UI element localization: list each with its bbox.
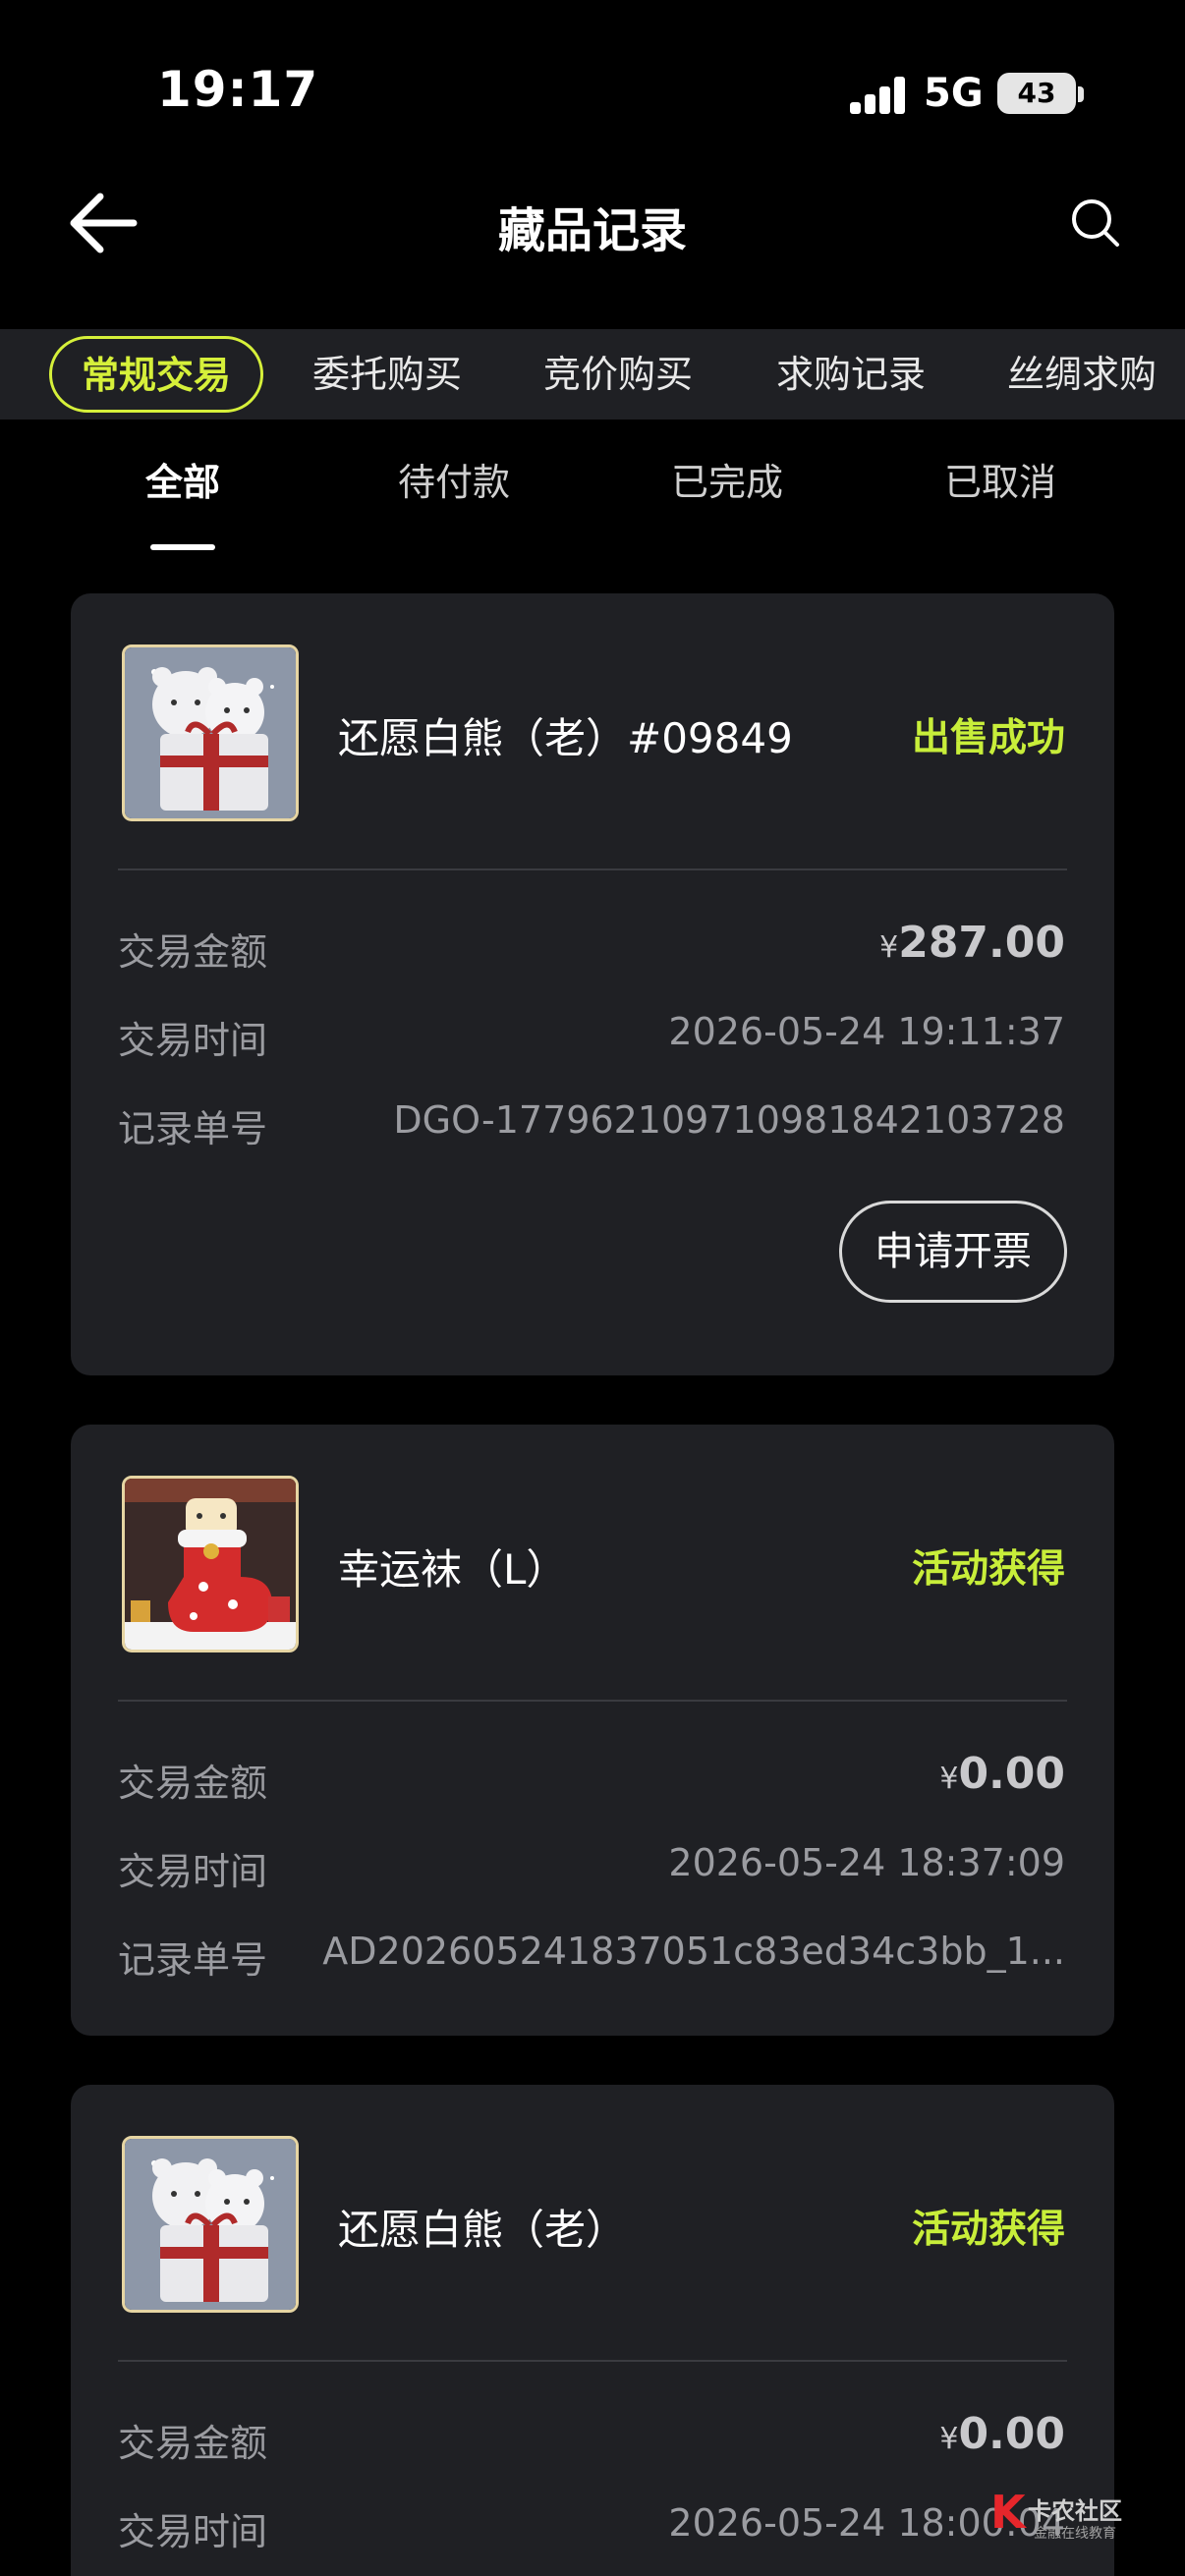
tab-silk-wanted[interactable]: 丝绸求购 — [1007, 329, 1157, 420]
currency-symbol: ¥ — [939, 1762, 959, 1796]
active-tab-indicator — [150, 544, 215, 550]
subtab-cancelled[interactable]: 已取消 — [902, 452, 1099, 506]
amount-value: ¥0.00 — [939, 2409, 1065, 2459]
divider — [118, 868, 1067, 870]
subtab-pending-payment[interactable]: 待付款 — [356, 452, 552, 506]
polar-bear-gift-icon — [122, 644, 299, 821]
page-title: 藏品记录 — [497, 203, 687, 258]
tab-wanted-records[interactable]: 求购记录 — [776, 329, 926, 420]
tab-bidding-purchase[interactable]: 竞价购买 — [543, 329, 693, 420]
search-icon — [1072, 199, 1119, 247]
collectible-name: 还愿白熊（老） — [338, 2206, 628, 2254]
order-no-label: 记录单号 — [118, 1938, 268, 1982]
category-tabbar: 常规交易 委托购买 竞价购买 求购记录 丝绸求购 — [0, 329, 1185, 420]
collectible-name: 还愿白熊（老）#09849 — [338, 714, 793, 762]
battery-icon: 43 — [997, 73, 1076, 114]
status-time: 19:17 — [157, 61, 319, 118]
record-status: 活动获得 — [911, 1547, 1065, 1592]
order-no-label: 记录单号 — [118, 1107, 268, 1150]
search-button[interactable] — [1066, 194, 1125, 252]
order-no-value: DGO-17796210971098184​2103728 — [393, 1098, 1065, 1142]
polar-bear-gift-icon — [122, 2136, 299, 2313]
watermark-brand: 卡农社区 — [1028, 2497, 1122, 2525]
signal-icon — [850, 77, 909, 114]
divider — [118, 1700, 1067, 1702]
watermark-sub: 金融在线教育 — [1034, 2526, 1116, 2542]
record-card[interactable]: 还愿白熊（老） 活动获得 交易金额 ¥0.00 交易时间 2026-05-24 … — [71, 2085, 1114, 2576]
battery-tip — [1078, 86, 1084, 102]
amount-value: ¥0.00 — [939, 1749, 1065, 1799]
request-invoice-button[interactable]: 申请开票 — [839, 1201, 1067, 1303]
amount-label: 交易金额 — [118, 930, 268, 974]
time-label: 交易时间 — [118, 1019, 268, 1062]
time-label: 交易时间 — [118, 1850, 268, 1893]
amount-label: 交易金额 — [118, 2422, 268, 2465]
record-status: 活动获得 — [911, 2208, 1065, 2252]
status-filter-tabs: 全部 待付款 已完成 已取消 — [0, 452, 1185, 550]
record-card[interactable]: 幸运袜（L） 活动获得 交易金额 ¥0.00 交易时间 2026-05-24 1… — [71, 1425, 1114, 2036]
order-no-value: AD202605241837051c83ed34c3bb_1... — [322, 1930, 1065, 1973]
currency-symbol: ¥ — [879, 930, 899, 965]
divider — [118, 2360, 1067, 2362]
currency-symbol: ¥ — [939, 2422, 959, 2456]
record-card[interactable]: 还愿白熊（老）#09849 出售成功 交易金额 ¥287.00 交易时间 202… — [71, 593, 1114, 1375]
amount-number: 0.00 — [958, 1749, 1065, 1799]
amount-number: 287.00 — [898, 918, 1065, 968]
time-value: 2026-05-24 18:37:09 — [668, 1841, 1065, 1884]
subtab-all[interactable]: 全部 — [85, 452, 281, 506]
time-label: 交易时间 — [118, 2510, 268, 2553]
collectible-name: 幸运袜（L） — [338, 1545, 568, 1594]
tab-entrusted-purchase[interactable]: 委托购买 — [312, 329, 462, 420]
subtab-completed[interactable]: 已完成 — [629, 452, 825, 506]
watermark-logo: K 卡农社区 金融在线教育 — [990, 2486, 1167, 2554]
tab-regular-trade[interactable]: 常规交易 — [49, 336, 264, 413]
record-status: 出售成功 — [911, 716, 1065, 760]
amount-label: 交易金额 — [118, 1762, 268, 1805]
status-bar: 19:17 5G 43 — [0, 0, 1185, 177]
amount-value: ¥287.00 — [879, 918, 1065, 968]
battery-level: 43 — [1017, 77, 1056, 109]
network-type: 5G — [924, 71, 984, 116]
time-value: 2026-05-24 19:11:37 — [668, 1010, 1065, 1053]
watermark-k-icon: K — [990, 2486, 1026, 2539]
amount-number: 0.00 — [958, 2409, 1065, 2459]
christmas-stocking-icon — [122, 1476, 299, 1652]
